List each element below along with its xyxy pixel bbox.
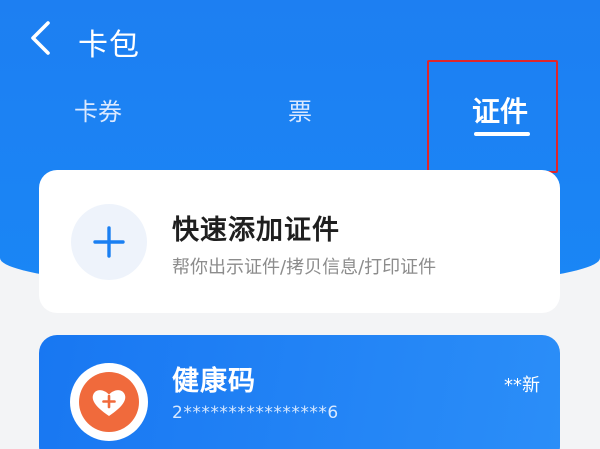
health-code-avatar [70,363,148,441]
tab-tickets[interactable]: 票 [288,92,312,127]
page-title: 卡包 [78,28,140,63]
health-code-title: 健康码 [172,366,256,397]
quick-add-id-card[interactable]: 快速添加证件 帮你出示证件/拷贝信息/打印证件 [39,170,560,313]
plus-icon [93,226,125,258]
chevron-left-icon [31,21,50,55]
back-button[interactable] [22,18,58,58]
annotation-highlight-box [427,60,558,173]
quick-add-title: 快速添加证件 [172,215,340,246]
health-code-owner-name: **新 [504,375,540,396]
heart-plus-icon [79,372,139,432]
tab-coupons[interactable]: 卡券 [74,92,122,127]
add-id-button[interactable] [71,204,147,280]
health-code-card[interactable]: 健康码 2****************6 **新 [39,335,560,449]
health-code-id-number: 2****************6 [172,403,339,423]
quick-add-subtitle: 帮你出示证件/拷贝信息/打印证件 [172,257,437,278]
